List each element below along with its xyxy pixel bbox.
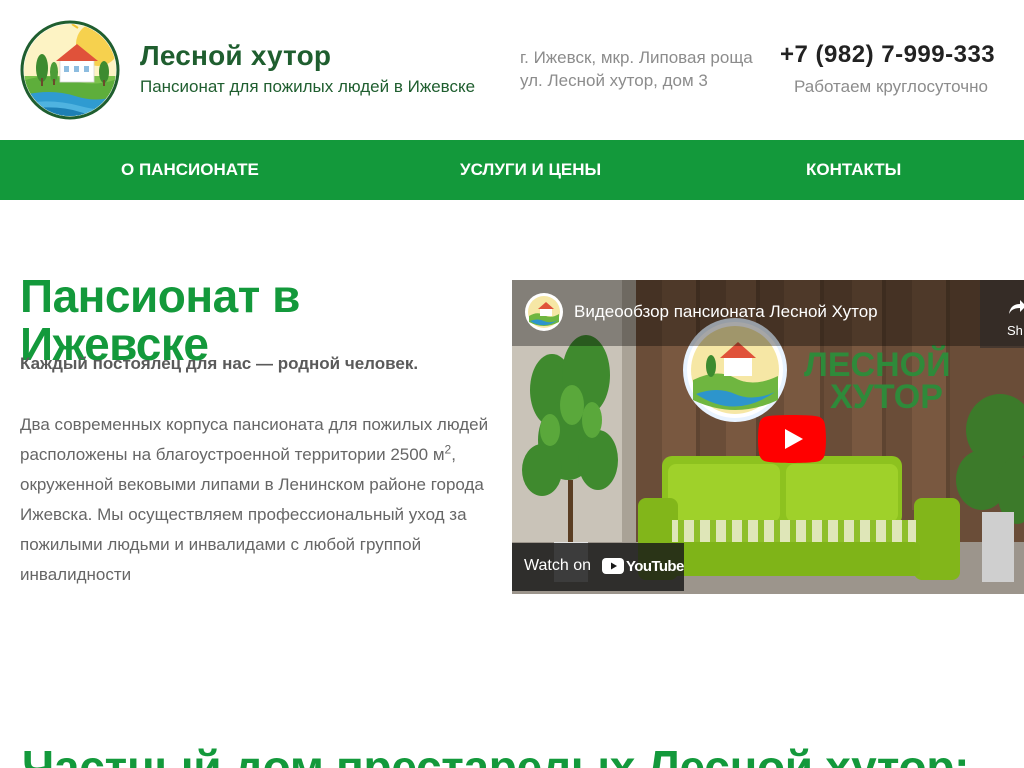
- working-hours: Работаем круглосуточно: [794, 77, 988, 96]
- nav-item-about[interactable]: О пансионате: [121, 140, 259, 200]
- hero-text-part1: Два современных корпуса пансионата для п…: [20, 415, 489, 464]
- logo-icon[interactable]: [20, 20, 120, 120]
- brand-title[interactable]: Лесной хутор: [140, 40, 331, 72]
- channel-avatar-icon[interactable]: [524, 292, 564, 332]
- share-icon: [1009, 300, 1024, 314]
- video-embed[interactable]: ЛЕСНОЙ ХУТОР Видеообзор пансионата Лесно…: [512, 280, 1024, 594]
- hero-lead: Каждый постоялец для нас — родной челове…: [20, 354, 419, 373]
- video-title[interactable]: Видеообзор пансионата Лесной Хутор: [574, 302, 878, 322]
- address-line-1: г. Ижевск, мкр. Липовая роща: [520, 48, 753, 67]
- phone-link[interactable]: +7 (982) 7-999-333: [780, 41, 995, 69]
- youtube-wordmark: YouTube: [626, 558, 684, 575]
- hero-description: Два современных корпуса пансионата для п…: [20, 410, 490, 590]
- watch-on-youtube-button[interactable]: Watch on YouTube: [512, 543, 684, 591]
- nav-item-contacts[interactable]: Контакты: [806, 140, 901, 200]
- brand-tagline: Пансионат для пожилых людей в Ижевске: [140, 77, 476, 96]
- play-button-icon[interactable]: [758, 415, 826, 463]
- section-heading: Частный дом престарелых Лесной хутор:: [22, 741, 970, 768]
- youtube-logo-icon: [602, 558, 624, 574]
- sign-text-line2: ХУТОР: [830, 378, 943, 416]
- watch-on-label: Watch on: [524, 557, 591, 574]
- address-line-2: ул. Лесной хутор, дом 3: [520, 71, 708, 90]
- site-header: Лесной хутор Пансионат для пожилых людей…: [0, 0, 1024, 140]
- share-label: Sh: [1007, 323, 1023, 338]
- hero-text-part3: инвалидности: [20, 565, 132, 584]
- nav-item-services-prices[interactable]: Услуги и цены: [460, 140, 601, 200]
- main-nav: О пансионате Услуги и цены Контакты: [0, 140, 1024, 200]
